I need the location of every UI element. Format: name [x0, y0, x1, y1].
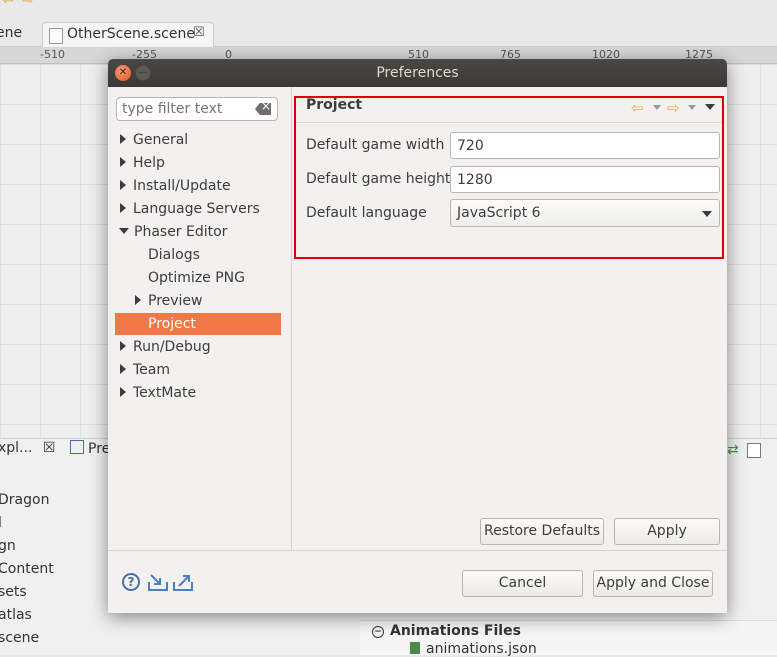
tree-item-project[interactable]: Project [115, 313, 281, 335]
button-bar-separator [108, 550, 727, 551]
game-height-label: Default game height [306, 171, 451, 187]
preview-tab-label: Pre [88, 441, 111, 457]
tree-item-dialogs[interactable]: Dialogs [148, 244, 200, 266]
tree-item-preview[interactable]: Preview [135, 290, 203, 312]
page-title: Project [306, 97, 363, 113]
export-icon[interactable] [172, 572, 194, 592]
ruler-label: -510 [40, 48, 65, 61]
tree-item-label: Dialogs [148, 247, 200, 263]
list-item[interactable]: l [0, 515, 2, 531]
language-label: Default language [306, 205, 427, 221]
view-menu-icon[interactable] [705, 104, 715, 110]
tree-item-install-update[interactable]: Install/Update [120, 175, 231, 197]
expand-arrow-icon[interactable] [135, 295, 141, 305]
explorer-tab-label: xpl... [0, 440, 33, 456]
animations-file[interactable]: animations.json [410, 641, 537, 657]
dialog-title: Preferences [376, 65, 459, 81]
list-item[interactable]: Content [0, 561, 54, 577]
forward-arrow-icon[interactable]: ⇨ [667, 99, 680, 117]
tree-item-run-debug[interactable]: Run/Debug [120, 336, 211, 358]
new-file-icon[interactable] [747, 443, 761, 458]
tree-item-team[interactable]: Team [120, 359, 170, 381]
scene-file-icon [49, 28, 63, 44]
expand-arrow-icon[interactable] [120, 387, 126, 397]
list-item[interactable]: Dragon [0, 492, 49, 508]
close-icon[interactable]: ☒ [193, 25, 205, 40]
editor-tab-label: OtherScene.scene [67, 26, 195, 42]
page-title-separator [296, 122, 722, 123]
tree-item-label: Language Servers [133, 201, 260, 217]
restore-defaults-button[interactable]: Restore Defaults [480, 518, 604, 545]
game-width-field[interactable] [450, 132, 720, 159]
list-item[interactable]: atlas [0, 607, 32, 623]
tree-item-label: Optimize PNG [148, 270, 245, 286]
tree-item-label: Install/Update [133, 178, 231, 194]
tree-item-label: General [133, 132, 189, 148]
animations-header[interactable]: − Animations Files [372, 623, 521, 639]
filter-input[interactable] [122, 100, 250, 118]
apply-button[interactable]: Apply [614, 518, 720, 545]
language-select[interactable]: JavaScript 6 [450, 199, 720, 227]
close-icon[interactable]: ☒ [43, 440, 56, 456]
chevron-down-icon [702, 211, 712, 217]
preferences-dialog: ✕ — Preferences General Help Install/Upd… [108, 59, 727, 613]
help-icon[interactable]: ? [122, 573, 140, 591]
list-item[interactable]: sets [0, 584, 27, 600]
forward-history-dropdown-icon[interactable] [688, 105, 696, 110]
game-height-field[interactable] [450, 166, 720, 193]
expand-arrow-icon[interactable] [120, 134, 126, 144]
editor-tab-partial[interactable]: ene [0, 25, 22, 41]
expand-arrow-icon[interactable] [120, 364, 126, 374]
tree-item-help[interactable]: Help [120, 152, 165, 174]
tree-item-label: Team [133, 362, 171, 378]
nav-arrows-icon[interactable]: ⇦ ⇨ [2, 0, 36, 8]
language-select-value: JavaScript 6 [457, 205, 541, 221]
apply-and-close-button[interactable]: Apply and Close [593, 570, 713, 597]
json-file-icon [410, 642, 420, 654]
tree-item-phaser-editor[interactable]: Phaser Editor [119, 221, 227, 243]
expand-arrow-icon[interactable] [120, 180, 126, 190]
tree-item-label: Help [133, 155, 165, 171]
collapse-arrow-icon[interactable] [119, 228, 129, 234]
editor-tab-otherscene[interactable]: OtherScene.scene ☒ [42, 22, 214, 47]
explorer-tab[interactable]: xpl... ☒ [0, 440, 55, 462]
tree-item-label: Project [148, 316, 196, 332]
tree-item-optimize-png[interactable]: Optimize PNG [148, 267, 245, 289]
animations-header-label: Animations Files [390, 623, 521, 639]
editor-tab-bar: ene OtherScene.scene ☒ [0, 22, 777, 47]
tree-item-language-servers[interactable]: Language Servers [120, 198, 260, 220]
sync-icon[interactable]: ⇄ [727, 442, 739, 458]
clear-icon[interactable] [255, 103, 271, 115]
list-item[interactable]: scene [0, 630, 39, 646]
animations-file-label: animations.json [426, 641, 537, 657]
cancel-button[interactable]: Cancel [462, 570, 583, 597]
tree-item-textmate[interactable]: TextMate [120, 382, 196, 404]
preview-tab[interactable]: Pre [70, 440, 110, 462]
preferences-tree: General Help Install/Update Language Ser… [108, 87, 292, 550]
page-nav: ⇦ ⇨ [631, 99, 721, 117]
preview-icon [70, 440, 84, 454]
ide-toolbar: ⇦ ⇨ [0, 0, 777, 22]
filter-field[interactable] [116, 97, 278, 121]
back-history-dropdown-icon[interactable] [653, 105, 661, 110]
tree-item-label: Run/Debug [133, 339, 211, 355]
import-icon[interactable] [147, 572, 169, 592]
tree-item-general[interactable]: General [120, 129, 188, 151]
tree-item-label: Phaser Editor [134, 224, 228, 240]
game-width-label: Default game width [306, 137, 445, 153]
expand-arrow-icon[interactable] [120, 341, 126, 351]
panel-toolbar: ⇄ [725, 442, 777, 460]
tree-item-label: TextMate [133, 385, 197, 401]
expand-arrow-icon[interactable] [120, 203, 126, 213]
expand-arrow-icon[interactable] [120, 157, 126, 167]
collapse-icon[interactable]: − [372, 626, 384, 638]
dialog-titlebar[interactable]: ✕ — Preferences [108, 59, 727, 87]
list-item[interactable]: gn [0, 538, 16, 554]
tree-item-label: Preview [148, 293, 203, 309]
back-arrow-icon[interactable]: ⇦ [631, 99, 644, 117]
